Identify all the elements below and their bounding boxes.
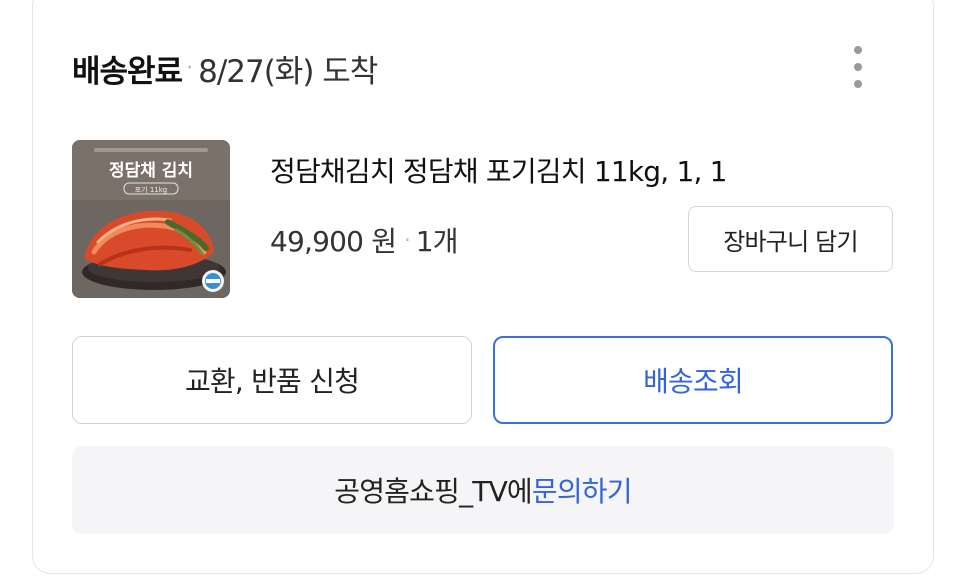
product-thumbnail[interactable]: 정담채 김치 포기 11kg (72, 140, 230, 298)
price-row: 49,900 원 · 1개 (270, 220, 459, 260)
product-price: 49,900 원 (270, 225, 397, 258)
seller-inquiry-bar[interactable]: 공영홈쇼핑_TV에 문의하기 (72, 446, 894, 534)
product-quantity: 1개 (415, 225, 459, 258)
return-exchange-button[interactable]: 교환, 반품 신청 (72, 336, 472, 424)
more-vertical-icon-dot (854, 46, 862, 54)
delivery-status: 배송완료 (72, 53, 183, 90)
more-options-button[interactable] (840, 44, 876, 90)
track-delivery-button[interactable]: 배송조회 (493, 336, 893, 424)
separator-dot: · (186, 55, 193, 81)
image-title-text: 정담채 김치 (109, 161, 193, 181)
product-name[interactable]: 정담채김치 정담채 포기김치 11kg, 1, 1 (270, 150, 727, 190)
seller-name: 공영홈쇼핑_TV에 (334, 475, 532, 508)
add-to-cart-button[interactable]: 장바구니 담기 (688, 206, 893, 272)
image-subtitle-text: 포기 11kg (135, 185, 168, 194)
more-vertical-icon-dot (854, 80, 862, 88)
inquiry-link[interactable]: 문의하기 (532, 470, 633, 510)
separator-dot: · (404, 228, 410, 252)
arrival-date: 8/27(화) 도착 (198, 53, 378, 90)
delivery-status-row: 배송완료 · 8/27(화) 도착 (72, 44, 378, 92)
more-vertical-icon-dot (854, 63, 862, 71)
kimchi-product-image: 정담채 김치 포기 11kg (72, 140, 230, 298)
